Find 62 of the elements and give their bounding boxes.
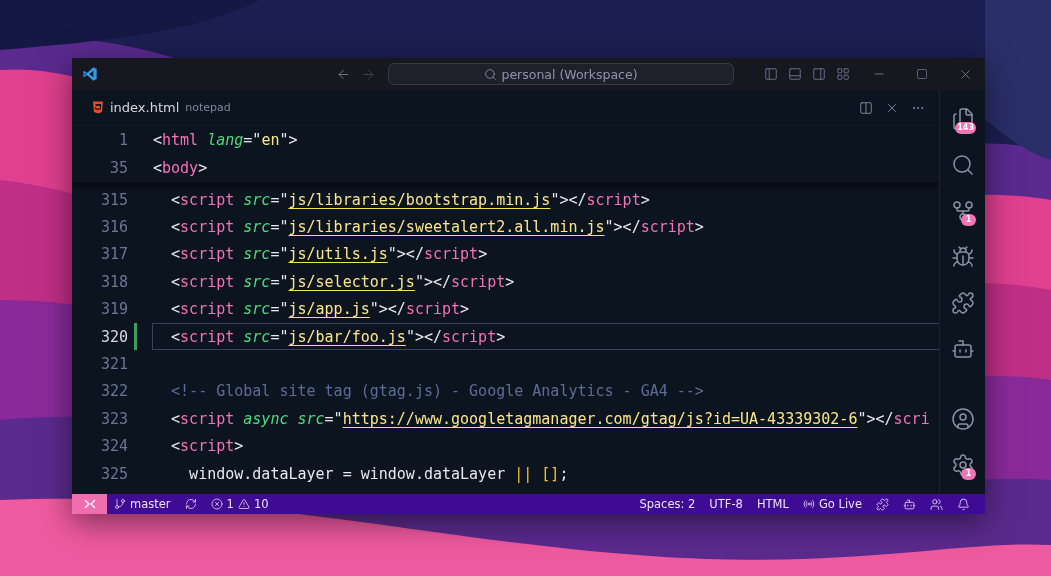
code-line: <html lang="en"> — [152, 130, 299, 151]
line-number: 325 — [99, 464, 128, 483]
command-center-search[interactable]: personal (Workspace) — [388, 63, 734, 85]
app-logo[interactable] — [82, 66, 98, 82]
current-code-line: <script src="js/bar/foo.js"></script> — [152, 322, 939, 351]
settings-icon[interactable] — [950, 453, 975, 477]
count-badge: 143 — [955, 122, 976, 134]
branch-status[interactable]: master — [107, 494, 178, 514]
line-number: 319 — [99, 300, 128, 319]
bell-icon[interactable] — [957, 497, 970, 511]
problems-status[interactable]: 1 10 — [203, 494, 276, 514]
source-control-icon[interactable] — [950, 199, 975, 223]
code-line: window.dataLayer = window.dataLayer || []; — [188, 463, 570, 485]
remote-icon — [83, 499, 96, 509]
line-number: 315 — [99, 190, 128, 209]
layout-grid-icon[interactable] — [836, 67, 850, 81]
go-live-button[interactable]: Go Live — [795, 494, 869, 514]
code-line: <script src="js/app.js"></script> — [170, 299, 471, 321]
warning-icon — [237, 498, 250, 510]
count-badge: 1 — [961, 468, 976, 480]
panel-left-icon[interactable] — [764, 67, 778, 81]
code-line: <script src="js/utils.js"></script> — [170, 244, 489, 266]
search-icon — [484, 67, 498, 81]
sync-icon — [184, 498, 197, 510]
code-line: <script src="js/selector.js"></script> — [170, 271, 516, 293]
status-item[interactable]: Spaces: 2 — [632, 494, 703, 514]
line-number: 322 — [99, 382, 128, 401]
line-number: 317 — [99, 245, 128, 264]
line-number: 318 — [99, 272, 128, 291]
line-number: 324 — [99, 437, 128, 456]
code-line: <script src="js/libraries/sweetalert2.all.min.js"></script> — [170, 217, 705, 239]
error-icon — [210, 498, 223, 510]
code-line: <script> — [170, 436, 245, 458]
status-item[interactable]: HTML — [749, 494, 796, 514]
line-number: 321 — [99, 355, 128, 374]
branch-icon — [114, 498, 126, 510]
account-icon[interactable] — [950, 407, 975, 431]
robot-icon[interactable] — [950, 337, 975, 361]
html-file-icon — [92, 101, 104, 114]
line-number: 320 — [99, 327, 128, 346]
bug-icon[interactable] — [950, 245, 975, 269]
code-line: <body> — [152, 158, 209, 179]
code-line: <script src="js/libraries/bootstrap.min.js"></script> — [170, 189, 651, 211]
code-line: <!-- Global site tag (gtag.js) - Google Analytics - GA4 --> — [170, 381, 705, 403]
maximize-icon[interactable] — [916, 68, 928, 80]
puzzle-icon[interactable] — [950, 291, 975, 315]
panel-right-icon[interactable] — [812, 67, 826, 81]
status-item[interactable]: UTF-8 — [702, 494, 750, 514]
search-icon[interactable] — [950, 153, 975, 177]
split-editor-icon[interactable] — [859, 100, 873, 115]
remote-button[interactable] — [72, 494, 107, 514]
count-badge: 1 — [961, 214, 976, 226]
people-icon[interactable] — [930, 497, 943, 511]
editor-tab[interactable]: index.html notepad — [92, 90, 239, 125]
line-number: 35 — [108, 159, 128, 177]
code-line: <script async src="https://www.googletagmanager.com/gtag/js?id=UA-43339302-6"></scri — [170, 408, 931, 430]
broadcast-icon — [802, 498, 815, 510]
line-number: 1 — [117, 131, 128, 149]
line-number: 316 — [99, 218, 128, 237]
panel-bottom-icon[interactable] — [788, 67, 802, 81]
line-number: 323 — [99, 409, 128, 428]
robot-icon[interactable] — [903, 497, 916, 511]
